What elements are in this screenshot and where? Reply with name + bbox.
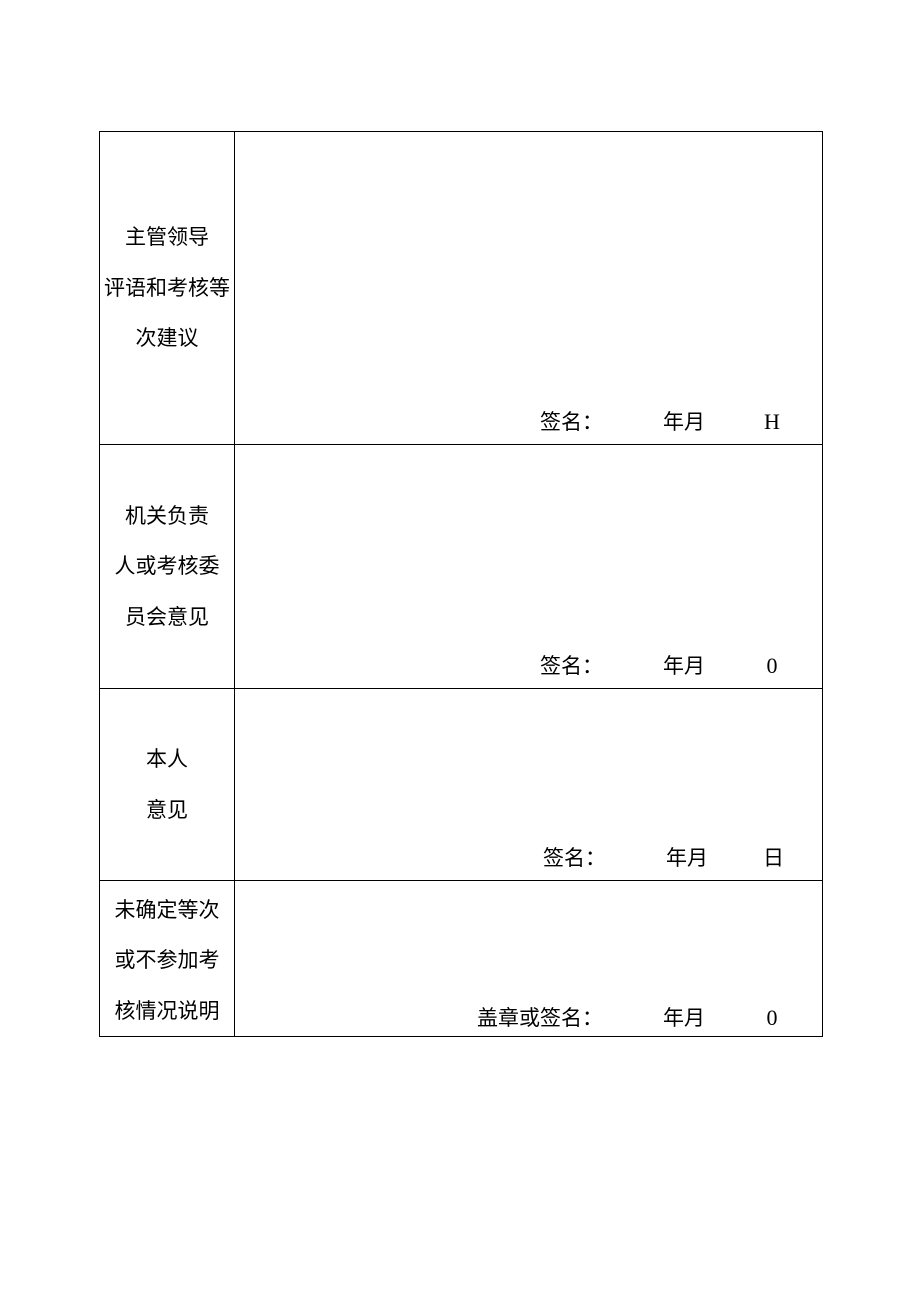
label-line: 未确定等次 <box>115 885 220 935</box>
seal-or-sign-label: 盖章或签名： <box>477 1002 603 1032</box>
row-content-cell: 签名： 年月 日 <box>235 689 823 881</box>
row-label-cell: 本人 意见 <box>100 689 235 881</box>
year-month: 年月 <box>663 406 705 436</box>
label-line: 意见 <box>146 785 188 835</box>
signature-label: 签名： <box>543 842 606 872</box>
evaluation-form: 主管领导 评语和考核等 次建议 签名： 年月 H 机关负责 人或考核委 员会意见… <box>99 131 823 1037</box>
signature-line: 盖章或签名： 年月 0 <box>477 1002 784 1032</box>
row-content-cell: 签名： 年月 0 <box>235 445 823 689</box>
label-line: 评语和考核等 <box>104 263 230 313</box>
day-placeholder: H <box>760 409 784 435</box>
row-content-cell: 盖章或签名： 年月 0 <box>235 881 823 1037</box>
signature-label: 签名： <box>540 406 603 436</box>
label-line: 核情况说明 <box>115 986 220 1036</box>
signature-line: 签名： 年月 0 <box>540 650 784 680</box>
row-label-cell: 主管领导 评语和考核等 次建议 <box>100 132 235 445</box>
label-line: 人或考核委 <box>115 541 220 591</box>
row-content-cell: 签名： 年月 H <box>235 132 823 445</box>
row-explanation: 未确定等次 或不参加考 核情况说明 盖章或签名： 年月 0 <box>100 881 823 1037</box>
signature-label: 签名： <box>540 650 603 680</box>
year-month: 年月 <box>663 650 705 680</box>
signature-line: 签名： 年月 日 <box>543 842 784 872</box>
label-line: 员会意见 <box>125 592 209 642</box>
day-placeholder: 0 <box>760 1005 784 1031</box>
row-committee: 机关负责 人或考核委 员会意见 签名： 年月 0 <box>100 445 823 689</box>
signature-line: 签名： 年月 H <box>540 406 784 436</box>
row-self: 本人 意见 签名： 年月 日 <box>100 689 823 881</box>
row-label-cell: 机关负责 人或考核委 员会意见 <box>100 445 235 689</box>
label-line: 次建议 <box>136 313 199 363</box>
label-line: 机关负责 <box>125 491 209 541</box>
row-supervisor: 主管领导 评语和考核等 次建议 签名： 年月 H <box>100 132 823 445</box>
day-placeholder: 0 <box>760 653 784 679</box>
day-placeholder: 日 <box>763 842 784 872</box>
label-line: 本人 <box>146 734 188 784</box>
label-line: 或不参加考 <box>115 935 220 985</box>
year-month: 年月 <box>663 1002 705 1032</box>
year-month: 年月 <box>666 842 708 872</box>
row-label-cell: 未确定等次 或不参加考 核情况说明 <box>100 881 235 1037</box>
label-line: 主管领导 <box>125 212 209 262</box>
